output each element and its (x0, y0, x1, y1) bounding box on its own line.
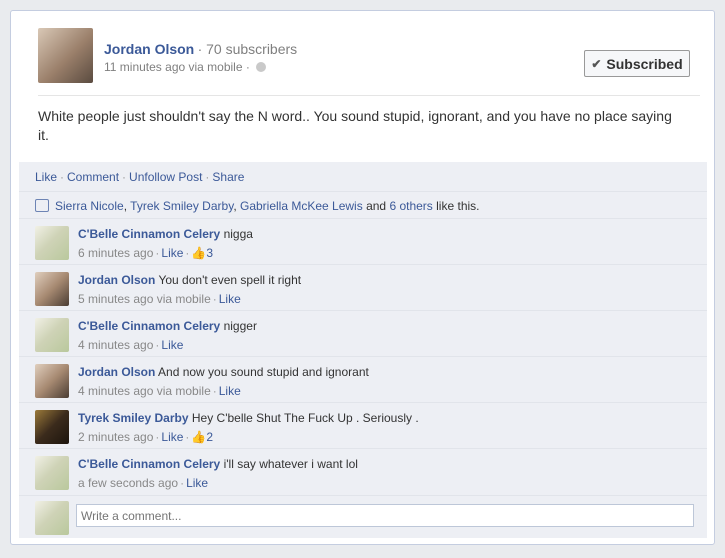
thumbs-up-icon: 👍 (191, 430, 207, 444)
divider (38, 95, 700, 96)
author-name[interactable]: Jordan Olson (104, 41, 194, 57)
comment-text: Hey C'belle Shut The Fuck Up . Seriously… (191, 411, 419, 425)
commenter-avatar[interactable] (35, 318, 69, 352)
comment-author[interactable]: C'Belle Cinnamon Celery (78, 457, 220, 471)
thumbs-up-icon (35, 199, 49, 212)
separator-dot: · (205, 170, 210, 184)
comment-time[interactable]: 5 minutes ago via mobile (78, 292, 211, 306)
comment-like-count[interactable]: 3 (206, 246, 213, 260)
comment-like-link[interactable]: Like (161, 430, 183, 444)
subscriber-count: · 70 subscribers (197, 41, 298, 57)
comment-text: You don't even spell it right (158, 273, 302, 287)
liker-link[interactable]: Sierra Nicole (55, 199, 124, 213)
comment-time[interactable]: 4 minutes ago (78, 338, 153, 352)
like-link[interactable]: Like (35, 170, 57, 184)
comment-body: C'Belle Cinnamon Celery nigger (78, 319, 257, 333)
commenter-avatar[interactable] (35, 410, 69, 444)
separator-dot: · (180, 476, 185, 490)
others-link[interactable]: 6 others (389, 199, 432, 213)
separator-dot: · (212, 384, 217, 398)
unfollow-post-link[interactable]: Unfollow Post (129, 170, 202, 184)
post-timestamp[interactable]: 11 minutes ago via mobile · (104, 60, 250, 74)
subscribed-button[interactable]: ✔ Subscribed (584, 50, 690, 77)
comment-text: nigger (223, 319, 257, 333)
comment-like-link[interactable]: Like (161, 338, 183, 352)
comment-time[interactable]: 2 minutes ago (78, 430, 153, 444)
comment-like-link[interactable]: Like (219, 292, 241, 306)
comment-item: C'Belle Cinnamon Celery nigger 4 minutes… (19, 310, 707, 357)
likes-summary: Sierra Nicole, Tyrek Smiley Darby, Gabri… (19, 191, 707, 219)
comment-item: Jordan Olson And now you sound stupid an… (19, 356, 707, 403)
post-text: White people just shouldn't say the N wo… (38, 108, 672, 143)
comment-meta: 4 minutes ago via mobile · Like (78, 384, 241, 398)
post-card: Jordan Olson · 70 subscribers 11 minutes… (10, 10, 715, 545)
comment-body: Jordan Olson And now you sound stupid an… (78, 365, 369, 379)
comment-author[interactable]: C'Belle Cinnamon Celery (78, 227, 220, 241)
write-comment-row (19, 495, 707, 539)
comment-item: Jordan Olson You don't even spell it rig… (19, 264, 707, 311)
comment-text: And now you sound stupid and ignorant (158, 365, 369, 379)
separator-dot: · (185, 430, 190, 444)
separator-dot: · (122, 170, 127, 184)
comment-author[interactable]: C'Belle Cinnamon Celery (78, 319, 220, 333)
thumbs-up-icon: 👍 (191, 246, 207, 260)
comment-time[interactable]: 6 minutes ago (78, 246, 153, 260)
author-avatar[interactable] (38, 28, 93, 83)
subscribed-label: Subscribed (606, 55, 683, 72)
likes-text: Sierra Nicole, Tyrek Smiley Darby, Gabri… (55, 199, 480, 213)
comment-body: C'Belle Cinnamon Celery nigga (78, 227, 253, 241)
liker-link[interactable]: Gabriella McKee Lewis (240, 199, 363, 213)
separator-dot: · (212, 292, 217, 306)
commenter-avatar[interactable] (35, 226, 69, 260)
comment-text: nigga (223, 227, 253, 241)
comment-meta: 2 minutes ago · Like · 👍2 (78, 430, 213, 444)
comment-item: C'Belle Cinnamon Celery i'll say whateve… (19, 448, 707, 495)
comment-author[interactable]: Jordan Olson (78, 365, 155, 379)
comment-item: Tyrek Smiley Darby Hey C'belle Shut The … (19, 402, 707, 449)
separator-dot: · (155, 338, 160, 352)
post-actions: Like · Comment · Unfollow Post · Share (35, 170, 244, 184)
comma: , (233, 199, 237, 213)
and-text: and (366, 199, 387, 213)
comment-text: i'll say whatever i want lol (223, 457, 358, 471)
comment-item: C'Belle Cinnamon Celery nigga 6 minutes … (19, 218, 707, 265)
post-meta: 11 minutes ago via mobile · (104, 60, 267, 74)
comment-like-count[interactable]: 2 (206, 430, 213, 444)
comment-meta: 4 minutes ago · Like (78, 338, 183, 352)
separator-dot: · (155, 430, 160, 444)
separator-dot: · (155, 246, 160, 260)
like-this-text: like this. (436, 199, 480, 213)
commenter-avatar[interactable] (35, 364, 69, 398)
comment-body: Tyrek Smiley Darby Hey C'belle Shut The … (78, 411, 419, 425)
comment-time[interactable]: 4 minutes ago via mobile (78, 384, 211, 398)
separator-dot: · (185, 246, 190, 260)
commenter-avatar[interactable] (35, 456, 69, 490)
separator-dot: · (60, 170, 65, 184)
current-user-avatar (35, 501, 69, 535)
share-link[interactable]: Share (212, 170, 244, 184)
comment-input[interactable] (76, 504, 694, 527)
author-line: Jordan Olson · 70 subscribers (104, 41, 297, 57)
commenter-avatar[interactable] (35, 272, 69, 306)
comment-like-link[interactable]: Like (161, 246, 183, 260)
liker-link[interactable]: Tyrek Smiley Darby (130, 199, 233, 213)
check-icon: ✔ (591, 56, 602, 71)
comment-author[interactable]: Tyrek Smiley Darby (78, 411, 189, 425)
comment-like-link[interactable]: Like (219, 384, 241, 398)
comment-author[interactable]: Jordan Olson (78, 273, 155, 287)
comment-body: Jordan Olson You don't even spell it rig… (78, 273, 301, 287)
comment-time[interactable]: a few seconds ago (78, 476, 178, 490)
comment-meta: 6 minutes ago · Like · 👍3 (78, 246, 213, 260)
globe-icon (256, 62, 267, 72)
comment-link[interactable]: Comment (67, 170, 119, 184)
comment-like-link[interactable]: Like (186, 476, 208, 490)
comment-body: C'Belle Cinnamon Celery i'll say whateve… (78, 457, 358, 471)
comma: , (123, 199, 128, 213)
feedback-section: Like · Comment · Unfollow Post · Share Sierra … (19, 162, 707, 538)
comment-meta: a few seconds ago · Like (78, 476, 208, 490)
comment-meta: 5 minutes ago via mobile · Like (78, 292, 241, 306)
